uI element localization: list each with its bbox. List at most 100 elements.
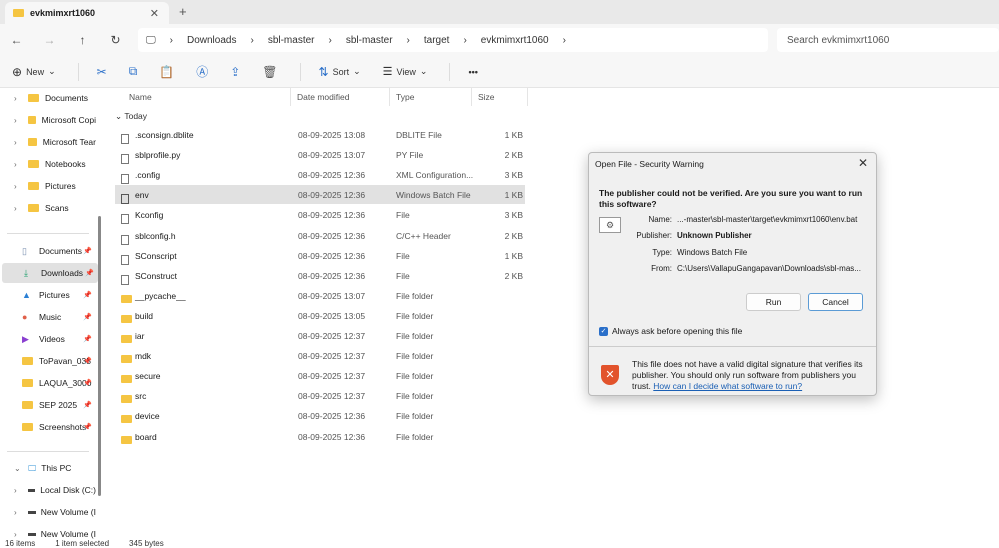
- file-name: __pycache__: [135, 290, 186, 301]
- divider: [7, 451, 89, 452]
- file-date: 08-09-2025 12:36: [298, 170, 366, 181]
- view-button[interactable]: ☰ View ⌄: [383, 65, 428, 78]
- file-row[interactable]: sblconfig.h 08-09-2025 12:36 C/C++ Header 2…: [115, 226, 525, 245]
- sidebar-item[interactable]: › Notebooks: [0, 154, 96, 174]
- file-name: device: [135, 411, 160, 422]
- sidebar-item-this-pc[interactable]: ⌄ 🖵 This PC: [0, 458, 96, 478]
- file-name: .sconsign.dblite: [135, 130, 194, 140]
- breadcrumb-item[interactable]: sbl-master: [268, 35, 315, 46]
- file-row[interactable]: iar 08-09-2025 12:37 File folder: [115, 326, 525, 345]
- column-header-size[interactable]: Size: [478, 92, 495, 102]
- status-bar: 16 items 1 item selected 345 bytes: [0, 540, 999, 548]
- file-row[interactable]: device 08-09-2025 12:36 File folder: [115, 406, 525, 425]
- file-row[interactable]: build 08-09-2025 13:05 File folder: [115, 306, 525, 325]
- file-row[interactable]: .sconsign.dblite 08-09-2025 13:08 DBLITE F…: [115, 125, 525, 144]
- file-size: 3 KB: [504, 210, 523, 221]
- refresh-button[interactable]: ↻: [99, 33, 132, 47]
- quick-access-item[interactable]: ▯ Documents 📌: [0, 241, 96, 261]
- item-count: 16 items: [5, 540, 36, 548]
- delete-icon[interactable]: 🗑: [262, 65, 277, 79]
- close-tab-icon[interactable]: ✕: [150, 7, 159, 20]
- chevron-right-icon: ›: [14, 159, 17, 169]
- file-name: src: [135, 391, 147, 402]
- file-row[interactable]: mdk 08-09-2025 12:37 File folder: [115, 346, 525, 365]
- more-options-button[interactable]: •••: [468, 67, 477, 77]
- forward-button[interactable]: →: [33, 33, 66, 47]
- quick-access-item[interactable]: Screenshots 📌: [0, 417, 96, 437]
- file-row[interactable]: __pycache__ 08-09-2025 13:07 File folder: [115, 286, 525, 305]
- file-type: File folder: [396, 351, 434, 362]
- quick-access-item[interactable]: ● Music 📌: [0, 307, 96, 327]
- chevron-right-icon: ›: [406, 34, 410, 46]
- file-row[interactable]: secure 08-09-2025 12:37 File folder: [115, 366, 525, 385]
- sidebar-item[interactable]: › Scans: [0, 198, 96, 218]
- warning-text: This file does not have a valid digital …: [632, 359, 872, 392]
- drive-item[interactable]: › New Volume (I: [0, 502, 96, 522]
- file-name: mdk: [135, 351, 152, 362]
- chevron-right-icon: ›: [169, 34, 173, 46]
- pictures-icon: ▲: [22, 290, 31, 300]
- sort-button[interactable]: ⇅ Sort ⌄: [319, 65, 361, 79]
- paste-icon[interactable]: 📋: [159, 65, 174, 79]
- folder-icon: [121, 294, 132, 303]
- copy-icon[interactable]: ⧉: [129, 64, 138, 79]
- group-header-today[interactable]: ⌄ Today: [115, 111, 147, 122]
- breadcrumb-item[interactable]: Downloads: [187, 35, 236, 46]
- close-dialog-button[interactable]: ✕: [858, 156, 868, 170]
- group-label: Today: [124, 111, 148, 121]
- chevron-down-icon: ⌄: [48, 66, 56, 76]
- file-type: File folder: [396, 391, 434, 402]
- file-row[interactable]: Kconfig 08-09-2025 12:36 File 3 KB: [115, 205, 525, 225]
- file-row[interactable]: SConstruct 08-09-2025 12:36 File 2 KB: [115, 266, 525, 285]
- quick-access-item[interactable]: ToPavan_035 📌: [0, 351, 96, 371]
- quick-access-item[interactable]: ▲ Pictures 📌: [0, 285, 96, 305]
- file-row[interactable]: src 08-09-2025 12:37 File folder: [115, 386, 525, 405]
- videos-icon: ▶: [22, 333, 29, 344]
- file-icon: [121, 214, 129, 225]
- sidebar-item[interactable]: › Microsoft Copi: [0, 110, 96, 130]
- share-icon[interactable]: ⇪: [230, 65, 240, 79]
- sidebar-item-label: New Volume (I: [40, 507, 96, 517]
- file-name: sblprofile.py: [135, 150, 181, 161]
- breadcrumb-item[interactable]: sbl-master: [346, 35, 393, 46]
- up-button[interactable]: ↑: [66, 33, 99, 47]
- column-header-type[interactable]: Type: [396, 92, 414, 102]
- column-header-date[interactable]: Date modified: [297, 92, 349, 102]
- quick-access-item[interactable]: ⤓ Downloads 📌: [2, 263, 98, 283]
- breadcrumb-item[interactable]: target: [424, 35, 450, 46]
- sidebar-item[interactable]: › Microsoft Tear: [0, 132, 96, 152]
- file-size: 1 KB: [504, 190, 523, 201]
- drive-icon: [28, 532, 36, 536]
- always-ask-checkbox[interactable]: ✓ Always ask before opening this file: [599, 326, 742, 336]
- file-row[interactable]: SConscript 08-09-2025 12:36 File 1 KB: [115, 246, 525, 265]
- address-bar[interactable]: 🖵 › Downloads › sbl-master › sbl-master › ta…: [138, 28, 768, 52]
- sidebar-item[interactable]: › Documents: [0, 88, 96, 108]
- file-row[interactable]: board 08-09-2025 12:36 File folder: [115, 427, 525, 446]
- chevron-right-icon: ›: [328, 34, 332, 46]
- breadcrumb-item[interactable]: evkmimxrt1060: [481, 35, 549, 46]
- file-row[interactable]: sblprofile.py 08-09-2025 13:07 PY File 2 KB: [115, 145, 525, 165]
- help-link[interactable]: How can I decide what software to run?: [653, 381, 802, 391]
- back-button[interactable]: ←: [0, 33, 33, 47]
- warning-question: The publisher could not be verified. Are…: [599, 188, 863, 209]
- new-button[interactable]: ⊕ New ⌄: [12, 65, 56, 79]
- quick-access-item[interactable]: LAQUA_3000 📌: [0, 373, 96, 393]
- tab-evkmimxrt1060[interactable]: evkmimxrt1060 ✕: [5, 2, 169, 24]
- pin-icon: 📌: [83, 292, 92, 299]
- file-date: 08-09-2025 12:36: [298, 230, 366, 241]
- search-input[interactable]: Search evkmimxrt1060: [777, 28, 999, 52]
- run-button[interactable]: Run: [746, 293, 801, 311]
- rename-icon[interactable]: Ⓐ: [196, 63, 208, 80]
- new-tab-button[interactable]: +: [179, 4, 187, 19]
- cut-icon[interactable]: ✂: [97, 65, 107, 79]
- quick-access-item[interactable]: SEP 2025 📌: [0, 395, 96, 415]
- column-header-name[interactable]: Name: [129, 92, 152, 102]
- file-row[interactable]: .config 08-09-2025 12:36 XML Configuration…: [115, 165, 525, 185]
- sidebar-item[interactable]: › Pictures: [0, 176, 96, 196]
- sidebar-scrollbar[interactable]: [98, 216, 101, 496]
- cancel-button[interactable]: Cancel: [808, 293, 863, 311]
- quick-access-item[interactable]: ▶ Videos 📌: [0, 329, 96, 349]
- file-name: SConstruct: [135, 270, 178, 281]
- file-row[interactable]: env 08-09-2025 12:36 Windows Batch File 1 K…: [115, 185, 525, 205]
- drive-item[interactable]: › Local Disk (C:): [0, 480, 96, 500]
